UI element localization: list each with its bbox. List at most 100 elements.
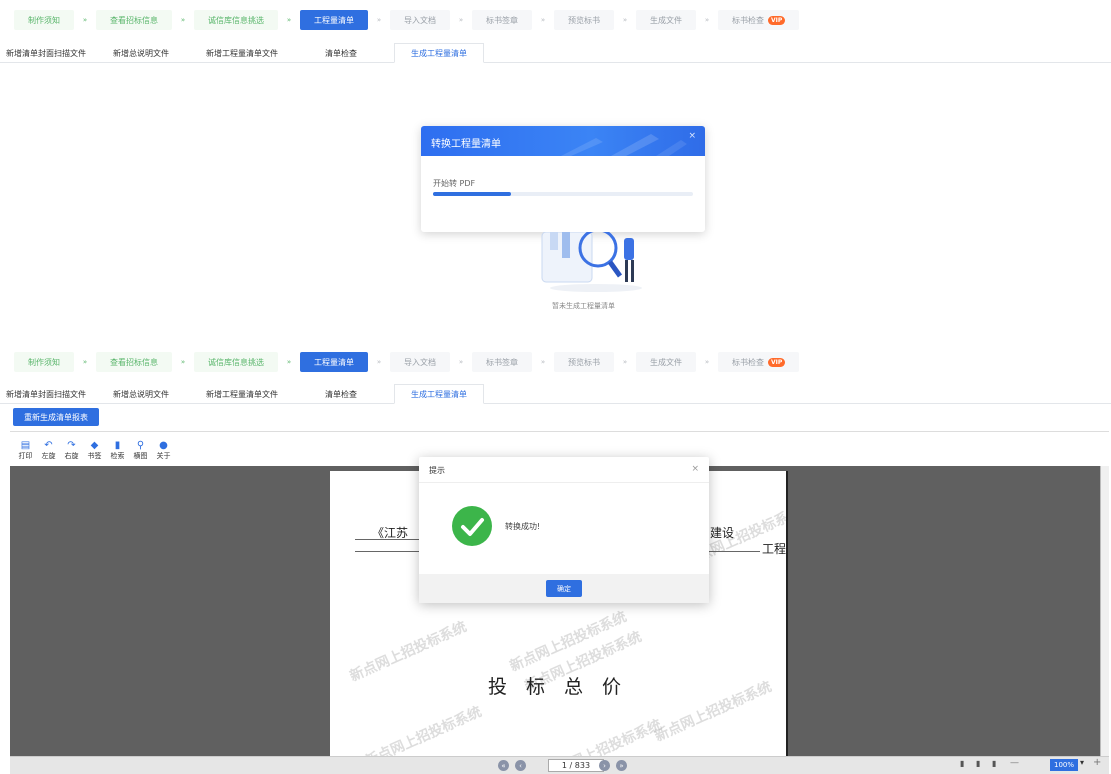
step-item[interactable]: 查看招标信息 [96, 352, 172, 372]
progress-bar-fill [433, 192, 511, 196]
convert-dialog-title: 转换工程量清单 [431, 139, 501, 150]
toolbar-button[interactable]: ↷ 右旋 [60, 440, 83, 461]
step-item[interactable]: 制作须知 [14, 10, 74, 30]
regenerate-report-button[interactable]: 重新生成清单报表 [13, 408, 99, 426]
divider [419, 482, 709, 483]
step-label: 查看招标信息 [110, 15, 158, 25]
step-label: 标书签章 [486, 357, 518, 367]
toolbar-label: 检索 [110, 452, 125, 460]
rotate-left-icon: ↶ [44, 440, 53, 451]
step-label: 制作须知 [28, 357, 60, 367]
step-arrow-icon: » [286, 358, 292, 366]
tab-item[interactable]: 新增总说明文件 [92, 43, 190, 63]
dialog-footer: 确定 [419, 574, 709, 603]
last-page-icon[interactable]: » [616, 760, 627, 771]
toolbar-button[interactable]: ↶ 左旋 [37, 440, 60, 461]
watermark: 新点网上招投标系统 [542, 716, 665, 761]
step-label: 诚信库信息挑选 [208, 357, 264, 367]
viewer-scrollbar[interactable] [1100, 466, 1109, 756]
close-icon[interactable]: × [688, 131, 696, 141]
toolbar-button[interactable]: ● 关于 [152, 440, 175, 461]
tab-item[interactable]: 生成工程量清单 [394, 384, 484, 404]
step-item[interactable]: 导入文档 [390, 352, 450, 372]
success-dialog-title: 提示 [429, 466, 445, 475]
tab-item[interactable]: 新增总说明文件 [92, 384, 190, 404]
step-item[interactable]: 诚信库信息挑选 [194, 10, 278, 30]
tab-item[interactable]: 新增工程量清单文件 [190, 384, 294, 404]
tab-bar-bottom: 新增清单封面扫描文件 新增总说明文件 新增工程量清单文件 清单检查 生成工程量清单 [0, 384, 1111, 404]
zoom-out-icon[interactable]: — [1010, 758, 1019, 768]
step-label: 标书签章 [486, 15, 518, 25]
doc-heading: 投 标 总 价 [488, 676, 622, 698]
tab-item[interactable]: 生成工程量清单 [394, 43, 484, 63]
viewer-toolbar: ▤ 打印 ↶ 左旋 ↷ 右旋 ◆ 书签 ▮ 检索 ⚲ 横图 ● 关于 [14, 440, 175, 461]
chevron-down-icon[interactable]: ▾ [1080, 758, 1084, 767]
step-item[interactable]: 诚信库信息挑选 [194, 352, 278, 372]
step-item[interactable]: 工程量清单 [300, 352, 368, 372]
step-item[interactable]: 查看招标信息 [96, 10, 172, 30]
step-item[interactable]: 标书检查 VIP [718, 352, 800, 372]
zoom-select[interactable]: 100% [1050, 759, 1078, 771]
toolbar-label: 书签 [87, 452, 102, 460]
step-nav-bottom: 制作须知 » 查看招标信息 » 诚信库信息挑选 » 工程量清单 » 导入文档 » 标书签章 » 预览标书… [14, 351, 800, 373]
step-item[interactable]: 标书检查 VIP [718, 10, 800, 30]
step-nav-top: 制作须知 » 查看招标信息 » 诚信库信息挑选 » 工程量清单 » 导入文档 » 标书签章 » 预览标书… [14, 9, 800, 31]
tab-bar-top: 新增清单封面扫描文件 新增总说明文件 新增工程量清单文件 清单检查 生成工程量清单 [0, 43, 1111, 63]
tab-item[interactable]: 清单检查 [294, 43, 388, 63]
toolbar-label: 打印 [18, 452, 33, 460]
zoom-in-icon[interactable]: + [1093, 757, 1101, 768]
step-label: 标书检查 [732, 15, 764, 25]
tab-item[interactable]: 清单检查 [294, 384, 388, 404]
empty-illustration [541, 232, 642, 292]
toolbar-button[interactable]: ⚲ 横图 [129, 440, 152, 461]
page-indicator[interactable]: 1 / 833 [548, 759, 604, 772]
toolbar-divider [10, 431, 1109, 432]
success-dialog: 提示 × 转换成功! 确定 [419, 457, 709, 603]
progress-bar [433, 192, 693, 196]
zoom-icon: ⚲ [136, 440, 145, 451]
toolbar-button[interactable]: ◆ 书签 [83, 440, 106, 461]
next-page-icon[interactable]: › [599, 760, 610, 771]
step-arrow-icon: » [704, 16, 710, 24]
step-arrow-icon: » [622, 16, 628, 24]
step-label: 导入文档 [404, 15, 436, 25]
rotate-right-icon: ↷ [67, 440, 76, 451]
toolbar-label: 关于 [156, 452, 171, 460]
page-layout-icon[interactable]: ▮ [976, 759, 980, 768]
page-layout-icon[interactable]: ▮ [992, 759, 996, 768]
step-arrow-icon: » [458, 16, 464, 24]
step-item[interactable]: 生成文件 [636, 352, 696, 372]
step-item[interactable]: 标书签章 [472, 10, 532, 30]
step-item[interactable]: 预览标书 [554, 352, 614, 372]
first-page-icon[interactable]: « [498, 760, 509, 771]
step-item[interactable]: 导入文档 [390, 10, 450, 30]
step-item[interactable]: 标书签章 [472, 352, 532, 372]
step-label: 工程量清单 [314, 357, 354, 367]
tab-item[interactable]: 新增清单封面扫描文件 [0, 384, 92, 404]
page-layout-icon[interactable]: ▮ [960, 759, 964, 768]
toolbar-button[interactable]: ▤ 打印 [14, 440, 37, 461]
tab-item[interactable]: 新增工程量清单文件 [190, 43, 294, 63]
step-item[interactable]: 生成文件 [636, 10, 696, 30]
step-arrow-icon: » [540, 358, 546, 366]
close-icon[interactable]: × [691, 464, 699, 474]
success-message: 转换成功! [505, 522, 541, 531]
step-label: 生成文件 [650, 15, 682, 25]
prev-page-icon[interactable]: ‹ [515, 760, 526, 771]
step-arrow-icon: » [180, 358, 186, 366]
doc-line-mid: 建设 [710, 526, 735, 540]
print-icon: ▤ [20, 440, 31, 451]
step-item[interactable]: 预览标书 [554, 10, 614, 30]
toolbar-button[interactable]: ▮ 检索 [106, 440, 129, 461]
convert-dialog-header: 转换工程量清单 × [421, 126, 705, 156]
step-arrow-icon: » [376, 16, 382, 24]
step-arrow-icon: » [376, 358, 382, 366]
convert-status-text: 开始转 PDF [433, 179, 476, 188]
step-item[interactable]: 制作须知 [14, 352, 74, 372]
info-icon: ● [159, 440, 168, 451]
toolbar-label: 右旋 [64, 452, 79, 460]
step-item[interactable]: 工程量清单 [300, 10, 368, 30]
tab-item[interactable]: 新增清单封面扫描文件 [0, 43, 92, 63]
confirm-button[interactable]: 确定 [546, 580, 582, 597]
step-label: 预览标书 [568, 15, 600, 25]
